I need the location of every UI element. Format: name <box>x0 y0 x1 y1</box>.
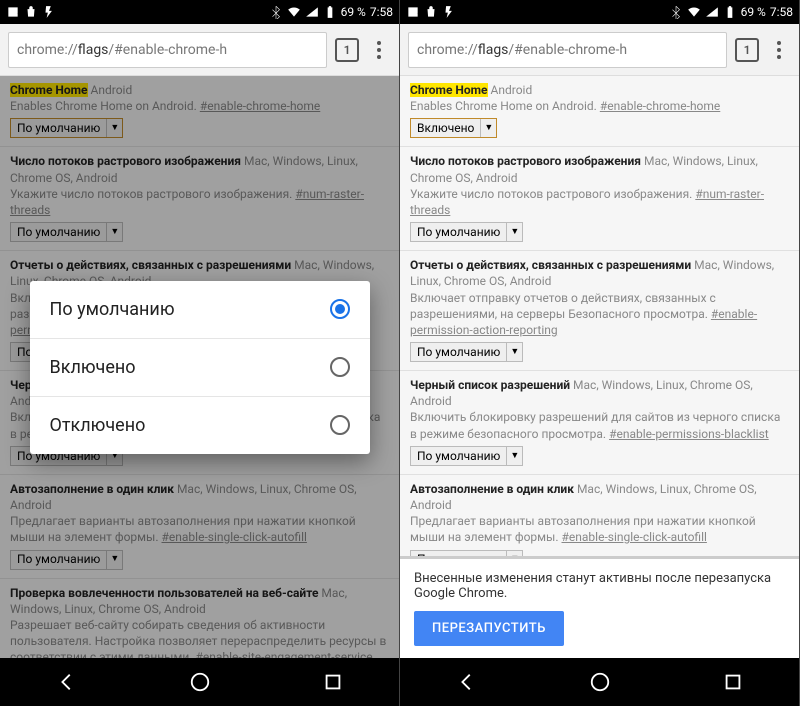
overflow-menu-icon[interactable] <box>367 41 391 59</box>
back-icon[interactable] <box>456 671 478 693</box>
select-dialog: По умолчанию Включено Отключено <box>30 281 370 454</box>
content: Chrome Home Android Enables Chrome Home … <box>0 76 399 658</box>
image-icon <box>6 5 20 19</box>
back-icon[interactable] <box>56 671 78 693</box>
clock-text: 7:58 <box>370 5 393 19</box>
battery-icon <box>723 5 737 19</box>
dialog-scrim[interactable]: По умолчанию Включено Отключено <box>0 76 399 658</box>
flag-blacklist: Черный список разрешений Mac, Windows, L… <box>400 371 799 475</box>
status-bar: 69 % 7:58 <box>0 0 399 24</box>
nav-bar <box>400 658 799 706</box>
home-icon[interactable] <box>589 671 611 693</box>
wifi-icon <box>687 5 701 19</box>
chevron-down-icon: ▼ <box>506 447 522 465</box>
restart-button[interactable]: ПЕРЕЗАПУСТИТЬ <box>414 611 564 646</box>
toolbar: chrome://flags/#enable-chrome-h 1 <box>400 24 799 76</box>
dropdown-blacklist[interactable]: По умолчанию▼ <box>410 446 523 466</box>
status-bar: 69 % 7:58 <box>400 0 799 24</box>
dropdown-raster[interactable]: По умолчанию▼ <box>410 222 523 242</box>
flag-raster: Число потоков растрового изображения Mac… <box>400 147 799 251</box>
overflow-menu-icon[interactable] <box>767 41 791 59</box>
phone-right: 69 % 7:58 chrome://flags/#enable-chrome-… <box>400 0 800 706</box>
radio-icon <box>330 415 350 435</box>
restart-message: Внесенные изменения станут активны после… <box>414 571 785 601</box>
dropdown-permreport[interactable]: По умолчанию▼ <box>410 342 523 362</box>
chevron-down-icon: ▼ <box>506 343 522 361</box>
home-icon[interactable] <box>189 671 211 693</box>
shop-icon <box>24 5 38 19</box>
battery-icon <box>323 5 337 19</box>
dropdown-chrome-home[interactable]: Включено▼ <box>410 118 497 138</box>
battery-text: 69 % <box>341 5 366 19</box>
option-enabled[interactable]: Включено <box>30 339 370 397</box>
nav-bar <box>0 658 399 706</box>
chevron-down-icon: ▼ <box>480 119 496 137</box>
signal-icon <box>705 5 719 19</box>
radio-icon <box>330 299 350 319</box>
option-disabled[interactable]: Отключено <box>30 397 370 454</box>
recents-icon[interactable] <box>322 671 344 693</box>
recents-icon[interactable] <box>722 671 744 693</box>
flag-permreport: Отчеты о действиях, связанных с разрешен… <box>400 251 799 371</box>
content: Chrome Home Android Enables Chrome Home … <box>400 76 799 658</box>
wifi-icon <box>287 5 301 19</box>
battery-text: 69 % <box>741 5 766 19</box>
omnibox[interactable]: chrome://flags/#enable-chrome-h <box>408 32 727 68</box>
bluetooth-icon <box>669 5 683 19</box>
shop-icon <box>424 5 438 19</box>
tab-switcher[interactable]: 1 <box>335 38 359 62</box>
clock-text: 7:58 <box>770 5 793 19</box>
signal-icon <box>305 5 319 19</box>
omnibox[interactable]: chrome://flags/#enable-chrome-h <box>8 32 327 68</box>
toolbar: chrome://flags/#enable-chrome-h 1 <box>0 24 399 76</box>
restart-bar: Внесенные изменения станут активны после… <box>400 556 799 658</box>
tab-switcher[interactable]: 1 <box>735 38 759 62</box>
flash-icon <box>42 5 56 19</box>
radio-icon <box>330 357 350 377</box>
image-icon <box>406 5 420 19</box>
phone-left: 69 % 7:58 chrome://flags/#enable-chrome-… <box>0 0 400 706</box>
flag-chrome-home: Chrome Home Android Enables Chrome Home … <box>400 76 799 147</box>
flash-icon <box>442 5 456 19</box>
option-default[interactable]: По умолчанию <box>30 281 370 339</box>
bluetooth-icon <box>269 5 283 19</box>
chevron-down-icon: ▼ <box>506 223 522 241</box>
